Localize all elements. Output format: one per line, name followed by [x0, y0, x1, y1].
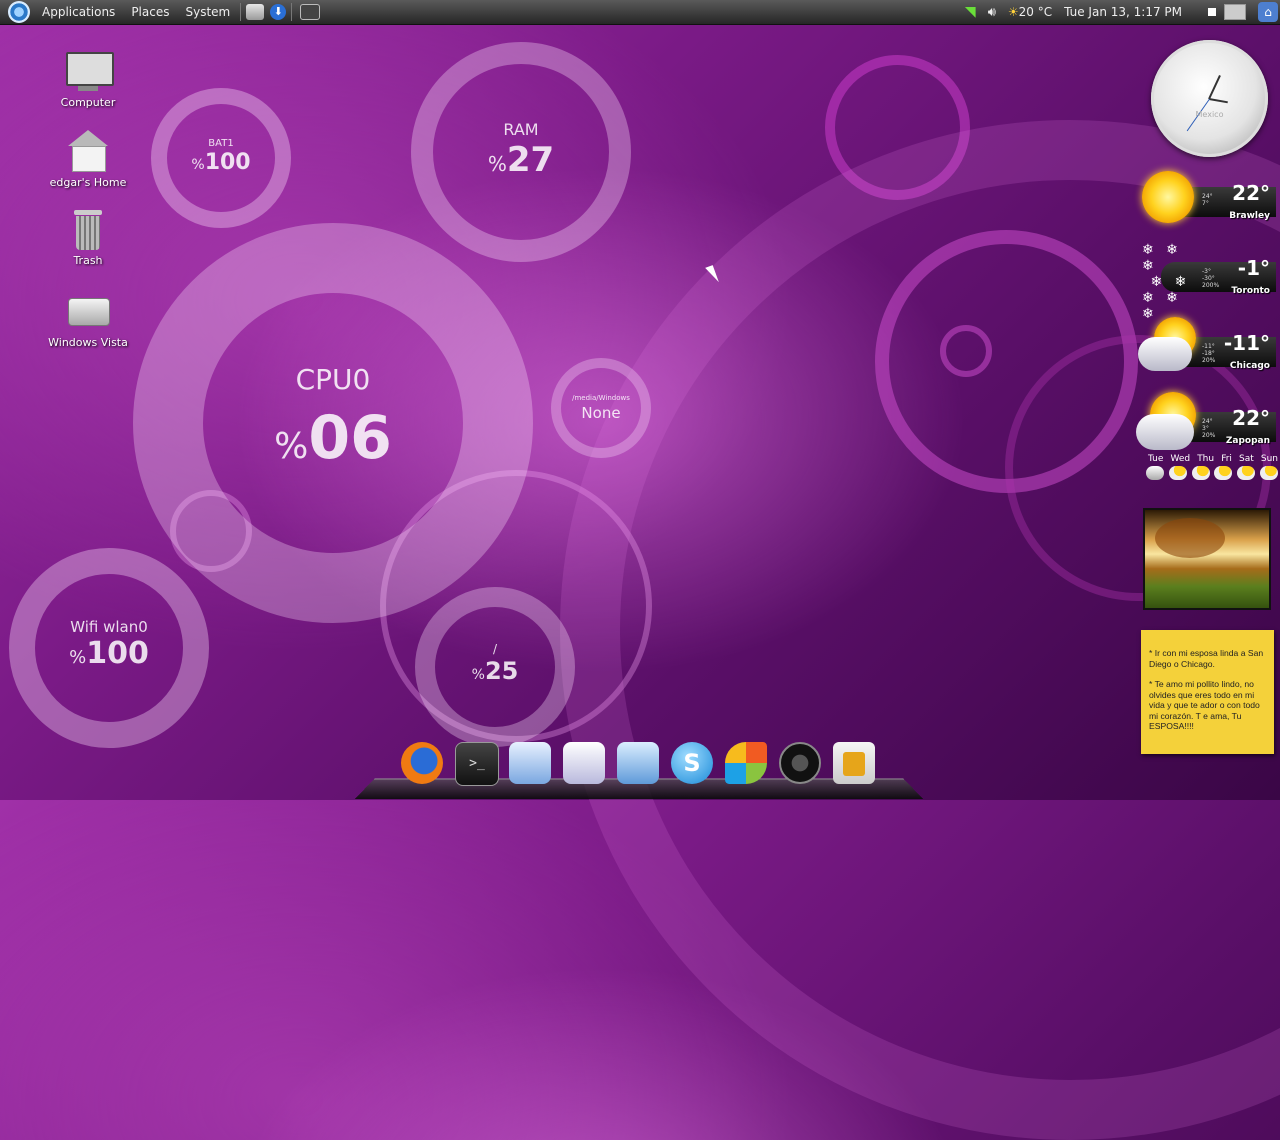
dock: >_ S: [354, 740, 924, 800]
wifi-signal-icon[interactable]: ◥: [965, 4, 976, 20]
drive-icon: [64, 290, 112, 334]
workspace-switcher[interactable]: [1224, 4, 1246, 20]
distro-logo-icon[interactable]: [8, 1, 30, 23]
clock-text[interactable]: Tue Jan 13, 1:17 PM: [1064, 5, 1182, 19]
volume-icon[interactable]: 🔊︎: [988, 5, 996, 20]
gauge-value: %100: [69, 636, 149, 671]
gauge-label: /: [492, 642, 498, 656]
weather-temperature: -1°: [1237, 256, 1270, 280]
forecast-icons: [1146, 466, 1278, 480]
gauge-label: BAT1: [208, 138, 234, 149]
gauge-label: CPU0: [295, 363, 371, 396]
desktop-icon-label: Windows Vista: [48, 336, 128, 349]
gauge-value: %25: [471, 657, 519, 685]
clock-minute-hand: [1208, 98, 1228, 104]
panel-separator: [240, 3, 242, 21]
wifi-gauge: Wifi wlan0 %100: [9, 548, 209, 748]
office-impress-icon[interactable]: [563, 742, 605, 784]
home-folder-icon: [64, 130, 112, 174]
top-panel: Applications Places System ⬇ ◥ 🔊︎ ☀ 20 °…: [0, 0, 1280, 25]
user-switcher-icon[interactable]: [246, 4, 265, 20]
root-disk-gauge: / %25: [415, 587, 575, 747]
forecast-days: Tue Wed Thu Fri Sat Sun: [1148, 454, 1278, 464]
weather-snow-icon: ❄ ❄ ❄ ❄ ❄ ❄ ❄ ❄: [1142, 242, 1191, 322]
places-menu[interactable]: Places: [123, 0, 177, 24]
photo-tree-shape: [1155, 518, 1225, 558]
weather-city: Brawley: [1229, 211, 1270, 221]
trash-icon: [64, 208, 112, 252]
gauge-value: None: [581, 404, 621, 422]
desktop-icon-windows-vista[interactable]: Windows Vista: [38, 290, 138, 349]
gauge-label: RAM: [503, 120, 539, 139]
update-download-icon[interactable]: ⬇: [270, 4, 287, 20]
desktop-icon-label: Computer: [60, 96, 116, 109]
weather-widget-zapopan[interactable]: 24° 3° 20% 22° Zapopan Tue Wed Thu Fri Sat Sun: [1136, 390, 1278, 490]
computer-icon: [64, 50, 114, 94]
firefox-icon[interactable]: [401, 742, 443, 784]
photo-frame-widget[interactable]: [1143, 508, 1271, 610]
lock-screen-icon[interactable]: ⌂: [1258, 2, 1278, 22]
clock-hour-hand: [1208, 75, 1221, 100]
clock-location-label: Mexico: [1195, 110, 1224, 119]
desktop-icon-label: edgar's Home: [49, 176, 127, 189]
terminal-icon[interactable]: >_: [455, 742, 499, 786]
panel-separator: [291, 3, 293, 21]
note-line[interactable]: * Ir con mi esposa linda a San Diego o C…: [1149, 648, 1269, 669]
weather-widget-chicago[interactable]: -11° -18° 20% -11° Chicago: [1136, 315, 1278, 385]
applications-menu[interactable]: Applications: [34, 0, 123, 24]
weather-details: -3° -30° 200%: [1202, 268, 1220, 289]
cpu-gauge: CPU0 %06: [133, 223, 533, 623]
weather-city: Chicago: [1229, 361, 1270, 371]
analog-clock-widget[interactable]: Mexico: [1151, 40, 1268, 157]
weather-details: 24° 3° 20%: [1202, 418, 1216, 439]
gauge-value: %06: [274, 403, 392, 473]
weather-details: -11° -18° 20%: [1202, 343, 1216, 364]
media-player-icon[interactable]: [779, 742, 821, 784]
desktop-icon-label: Trash: [73, 254, 103, 267]
weather-widget-brawley[interactable]: 24° 7° 22° Brawley: [1136, 165, 1278, 235]
weather-widget-toronto[interactable]: ❄ ❄ ❄ ❄ ❄ ❄ ❄ ❄ -3° -30° 200% -1° Toronto: [1136, 240, 1278, 322]
temperature-text[interactable]: 20 °C: [1019, 5, 1052, 19]
desktop-icon-home[interactable]: edgar's Home: [38, 130, 138, 189]
weather-sun-icon[interactable]: ☀: [1008, 5, 1019, 19]
messenger-butterfly-icon[interactable]: [725, 742, 767, 784]
weather-temperature: 22°: [1232, 406, 1270, 430]
office-writer-icon[interactable]: [509, 742, 551, 784]
weather-cloud-shape: [1136, 414, 1194, 450]
weather-details: 24° 7°: [1202, 193, 1213, 207]
gauge-label: Wifi wlan0: [70, 618, 148, 636]
weather-city: Toronto: [1231, 286, 1270, 296]
gauge-label: /media/Windows: [572, 394, 630, 402]
skype-icon[interactable]: S: [671, 742, 713, 784]
weather-city: Zapopan: [1225, 436, 1270, 446]
sticky-note-widget[interactable]: * Ir con mi esposa linda a San Diego o C…: [1141, 630, 1274, 754]
software-center-icon[interactable]: [833, 742, 875, 784]
screenshot-icon[interactable]: [300, 4, 321, 20]
desktop-icon-trash[interactable]: Trash: [38, 208, 138, 267]
system-menu[interactable]: System: [177, 0, 238, 24]
gauge-value: %27: [487, 140, 555, 180]
desktop-icon-computer[interactable]: Computer: [38, 50, 138, 109]
ram-gauge: RAM %27: [411, 42, 631, 262]
weather-sunny-icon: [1142, 171, 1194, 223]
media-windows-gauge: /media/Windows None: [551, 358, 651, 458]
office-draw-icon[interactable]: [617, 742, 659, 784]
note-line[interactable]: * Te amo mi pollito lindo, no olvides qu…: [1149, 679, 1269, 732]
system-tray: ◥ 🔊︎ ☀ 20 °C Tue Jan 13, 1:17 PM ⌂: [959, 0, 1280, 24]
weather-temperature: 22°: [1232, 181, 1270, 205]
weather-temperature: -11°: [1223, 331, 1270, 355]
weather-cloud-shape: [1138, 337, 1192, 371]
show-desktop-icon[interactable]: [1208, 8, 1216, 16]
gauge-value: %100: [191, 150, 251, 175]
battery-gauge: BAT1 %100: [151, 88, 291, 228]
